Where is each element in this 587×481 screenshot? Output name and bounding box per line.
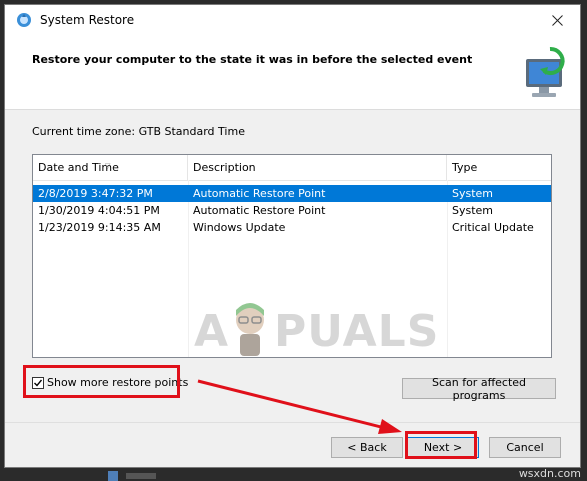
taskbar-fragment: [108, 471, 156, 481]
credit-text: wsxdn.com: [518, 467, 581, 480]
annotation-arrow: [197, 379, 402, 434]
